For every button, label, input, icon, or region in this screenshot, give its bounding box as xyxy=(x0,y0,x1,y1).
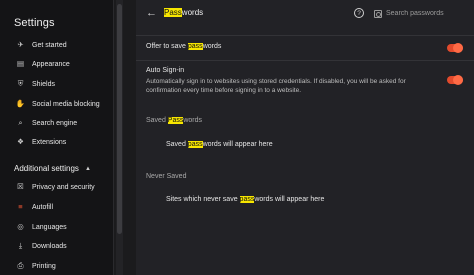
sidebar-item-label: Downloads xyxy=(32,242,67,250)
sidebar-item-label: Privacy and security xyxy=(32,183,95,191)
sidebar-item-label: Get started xyxy=(32,41,67,49)
sidebar-title: Settings xyxy=(14,17,55,29)
empty-text-part: words will appear here xyxy=(254,196,325,203)
printer-icon: ⎙ xyxy=(17,261,24,271)
rocket-icon: ✈ xyxy=(17,40,24,50)
auto-sign-in-description-line2: confirmation every time before signing i… xyxy=(146,87,301,94)
label-highlight: pass xyxy=(187,43,203,50)
sidebar-item-search-engine[interactable]: ⌕ Search engine xyxy=(0,115,114,131)
sidebar-item-label: Shields xyxy=(32,80,55,88)
sidebar-item-appearance[interactable]: ▤ Appearance xyxy=(0,56,114,72)
empty-text-part: words will appear here xyxy=(202,141,273,148)
never-saved-empty-text: Sites which never save passwords will ap… xyxy=(166,196,324,203)
search-box[interactable] xyxy=(372,7,472,20)
sidebar-item-label: Languages xyxy=(32,223,67,231)
divider xyxy=(136,60,474,61)
autofill-icon: ≡ xyxy=(18,202,23,212)
label-text: Offer to save xyxy=(146,43,188,50)
thumbs-down-icon: ✋ xyxy=(15,99,26,109)
sidebar-item-shields[interactable]: ⛨ Shields xyxy=(0,76,114,92)
sidebar-item-label: Printing xyxy=(32,262,56,270)
sidebar-item-label: Appearance xyxy=(32,60,70,68)
divider xyxy=(136,35,474,36)
empty-text-highlight: pass xyxy=(239,196,255,203)
heading-highlight: Pass xyxy=(167,117,184,124)
saved-passwords-heading: Saved Passwords xyxy=(146,117,202,124)
sidebar-item-get-started[interactable]: ✈ Get started xyxy=(0,37,114,53)
section-title-label: Additional settings xyxy=(14,164,79,173)
back-arrow-icon[interactable]: ← xyxy=(146,7,157,19)
offer-to-save-toggle[interactable] xyxy=(447,43,463,53)
search-engine-icon: ⌕ xyxy=(18,118,23,128)
sidebar-item-languages[interactable]: ◎ Languages xyxy=(0,219,114,235)
sidebar-item-autofill[interactable]: ≡ Autofill xyxy=(0,199,114,215)
shield-icon: ⛨ xyxy=(17,79,24,89)
sidebar-item-printing[interactable]: ⎙ Printing xyxy=(0,258,114,274)
puzzle-icon: ❖ xyxy=(17,137,24,147)
auto-sign-in-description-line1: Automatically sign in to websites using … xyxy=(146,78,406,85)
heading-text: Saved xyxy=(146,117,168,124)
sidebar-item-label: Social media blocking xyxy=(32,100,100,108)
sidebar-item-extensions[interactable]: ❖ Extensions xyxy=(0,134,114,150)
additional-settings-toggle[interactable]: Additional settings ▲ xyxy=(14,164,91,173)
sidebar-item-label: Extensions xyxy=(32,138,67,146)
sidebar-scrollbar-thumb[interactable] xyxy=(117,4,122,234)
panel-header: ← Passwords ? xyxy=(136,0,474,28)
empty-text-part: Sites which never save xyxy=(166,196,240,203)
empty-text-highlight: pass xyxy=(187,141,203,148)
passwords-panel: ← Passwords ? Offer to save passwords Au… xyxy=(136,0,474,275)
help-icon[interactable]: ? xyxy=(354,8,364,18)
sidebar-item-privacy-and-security[interactable]: ☒ Privacy and security xyxy=(0,179,114,195)
sidebar-item-label: Autofill xyxy=(32,203,54,211)
offer-to-save-label: Offer to save passwords xyxy=(146,43,221,50)
page-title: Passwords xyxy=(164,8,203,17)
heading-text: words xyxy=(183,117,203,124)
auto-sign-in-toggle[interactable] xyxy=(447,75,463,85)
search-icon xyxy=(374,9,382,18)
title-rest: words xyxy=(181,8,204,17)
label-text: words xyxy=(202,43,222,50)
lock-icon: ☒ xyxy=(17,182,24,192)
auto-sign-in-label: Auto Sign-in xyxy=(146,67,185,74)
title-highlight: Pass xyxy=(164,8,182,17)
search-input[interactable] xyxy=(386,10,466,17)
globe-icon: ◎ xyxy=(17,222,24,232)
chevron-up-icon: ▲ xyxy=(84,165,91,172)
empty-text-part: Saved xyxy=(166,141,188,148)
never-saved-heading: Never Saved xyxy=(146,173,187,180)
appearance-icon: ▤ xyxy=(16,59,25,69)
settings-sidebar: Settings ✈ Get started ▤ Appearance ⛨ Sh… xyxy=(0,0,114,275)
sidebar-item-downloads[interactable]: ⤓ Downloads xyxy=(0,238,114,254)
sidebar-item-label: Search engine xyxy=(32,119,78,127)
saved-passwords-empty-text: Saved passwords will appear here xyxy=(166,141,273,148)
sidebar-item-social-media-blocking[interactable]: ✋ Social media blocking xyxy=(0,96,114,112)
download-icon: ⤓ xyxy=(18,241,23,251)
